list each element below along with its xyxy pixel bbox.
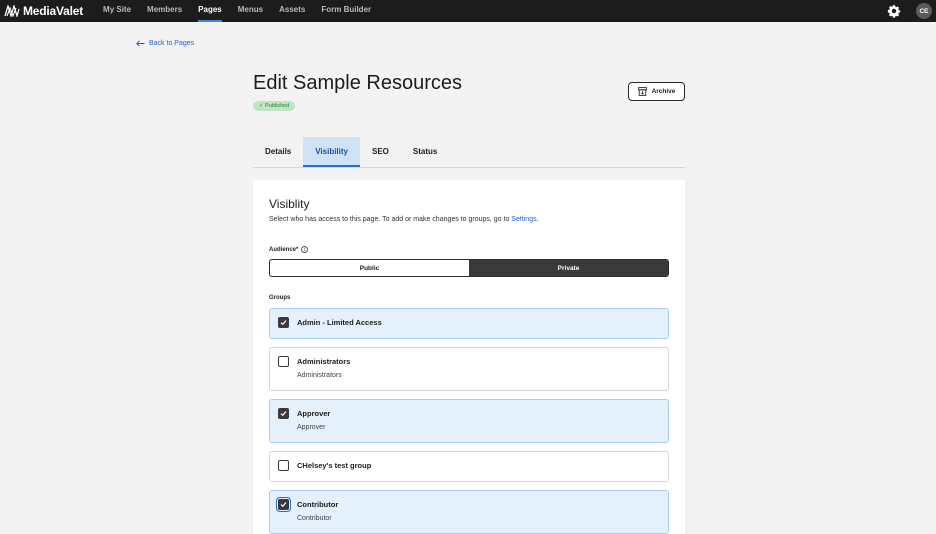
panel-heading: Visiblity — [269, 197, 310, 211]
checkmark-icon — [280, 502, 287, 508]
group-name: Admin - Limited Access — [297, 318, 382, 327]
group-name: Approver — [297, 409, 331, 418]
group-name: Administrators — [297, 357, 351, 366]
group-name: Contributor — [297, 500, 339, 509]
nav-item-assets[interactable]: Assets — [271, 0, 313, 22]
nav-item-form-builder[interactable]: Form Builder — [313, 0, 379, 22]
checkmark-icon — [280, 320, 287, 326]
brand-name: MediaValet — [23, 4, 84, 18]
back-link-label: Back to Pages — [149, 40, 195, 47]
group-checkbox[interactable] — [278, 317, 289, 328]
audience-label: Audience* i — [269, 246, 309, 253]
checkmark-icon — [280, 411, 287, 417]
back-to-pages-link[interactable]: Back to Pages — [136, 40, 194, 47]
group-description: Contributor — [297, 515, 332, 522]
group-checkbox[interactable] — [278, 408, 289, 419]
tab-seo[interactable]: SEO — [360, 137, 401, 167]
group-description: Administrators — [297, 372, 342, 379]
group-item[interactable]: Admin - Limited Access — [269, 308, 669, 339]
tab-visibility[interactable]: Visibility — [303, 137, 360, 167]
info-icon[interactable]: i — [301, 246, 309, 253]
status-badge: ✓ Published — [253, 101, 296, 111]
page-title: Edit Sample Resources — [253, 72, 462, 94]
tab-status[interactable]: Status — [401, 137, 449, 167]
group-item[interactable]: Administrators Administrators — [269, 347, 669, 391]
panel-description: Select who has access to this page. To a… — [269, 216, 539, 223]
description-text: Select who has access to this page. To a… — [269, 216, 512, 223]
tab-bar: Details Visibility SEO Status — [253, 137, 685, 168]
top-nav: MediaValet My Site Members Pages Menus A… — [0, 0, 936, 22]
audience-toggle: Public Private — [269, 259, 669, 277]
archive-label: Archive — [651, 88, 676, 95]
group-item[interactable]: CHelsey's test group — [269, 451, 669, 482]
nav-item-pages[interactable]: Pages — [190, 0, 230, 22]
arrow-left-icon — [136, 40, 145, 47]
nav-item-members[interactable]: Members — [139, 0, 190, 22]
avatar[interactable]: CE — [916, 3, 932, 19]
brand-logo[interactable]: MediaValet — [4, 0, 83, 22]
mediavalet-logo-icon — [4, 5, 20, 17]
settings-link[interactable]: Settings — [511, 216, 536, 223]
group-description: Approver — [297, 424, 326, 431]
group-name: CHelsey's test group — [297, 461, 372, 470]
group-checkbox[interactable] — [278, 460, 289, 471]
archive-button[interactable]: Archive — [628, 82, 685, 101]
archive-icon — [637, 87, 647, 96]
visibility-panel: Visiblity Select who has access to this … — [253, 180, 685, 534]
nav-item-my-site[interactable]: My Site — [95, 0, 139, 22]
tab-details[interactable]: Details — [253, 137, 303, 167]
group-checkbox[interactable] — [278, 356, 289, 367]
description-end: . — [536, 216, 539, 223]
audience-label-text: Audience* — [269, 246, 299, 253]
nav-item-menus[interactable]: Menus — [230, 0, 271, 22]
group-item[interactable]: Contributor Contributor — [269, 490, 669, 534]
gear-icon[interactable] — [886, 3, 902, 19]
audience-option-private[interactable]: Private — [469, 260, 668, 276]
audience-option-public[interactable]: Public — [270, 260, 469, 276]
groups-label: Groups — [269, 295, 291, 301]
group-item[interactable]: Approver Approver — [269, 399, 669, 443]
group-checkbox[interactable] — [276, 497, 291, 512]
